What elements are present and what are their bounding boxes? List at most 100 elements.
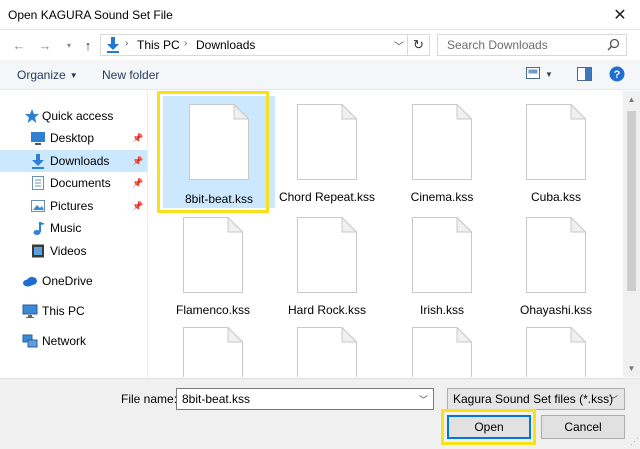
view-dropdown-icon[interactable]: ▼ [545,70,553,79]
sidebar-item-downloads[interactable]: Downloads 📌 [0,150,147,172]
videos-icon [32,244,44,258]
download-icon [32,154,44,169]
file-item[interactable]: Ohayashi.kss [500,209,612,321]
window-title: Open KAGURA Sound Set File [8,8,173,22]
sidebar-item-label: Desktop [50,131,95,145]
file-name: Flamenco.kss [175,303,251,317]
file-name-value: 8bit-beat.kss [182,392,251,406]
file-item[interactable]: Irish.kss [386,209,498,321]
vertical-scrollbar[interactable]: ▲ ▼ [623,91,640,377]
chevron-down-icon[interactable]: ﹀ [419,393,428,406]
file-item[interactable]: Cuba.kss [500,96,612,208]
sidebar-item-pictures[interactable]: Pictures 📌 [0,195,147,217]
file-name-field[interactable]: 8bit-beat.kss ﹀ [176,388,434,410]
download-location-icon [107,37,119,53]
file-item[interactable] [271,319,383,377]
file-name: Cinema.kss [410,190,474,204]
file-icon [183,327,243,377]
file-name: Irish.kss [419,303,464,317]
pin-icon: 📌 [132,200,144,211]
file-icon [526,327,586,377]
sidebar-item-label: Videos [50,244,87,258]
file-name-label: File name: [121,392,178,406]
network-icon [22,334,38,348]
file-icon [297,327,357,377]
file-icon [526,217,586,293]
file-name: Cuba.kss [530,190,582,204]
sidebar-item-label: OneDrive [42,274,93,288]
file-name: Ohayashi.kss [519,303,593,317]
sidebar-item-desktop[interactable]: Desktop 📌 [0,127,147,149]
forward-arrow-icon[interactable]: → [36,35,54,55]
resize-grip-icon[interactable]: ⋰ [630,436,639,447]
breadcrumb-separator-icon: › [125,38,129,49]
close-icon[interactable]: ✕ [600,0,640,30]
sidebar-item-onedrive[interactable]: OneDrive [0,270,147,292]
sidebar-item-label: Downloads [50,154,110,168]
breadcrumb-downloads[interactable]: Downloads [196,38,255,52]
file-type-value: Kagura Sound Set files (*.kss) [453,392,614,406]
recent-locations-icon[interactable]: ▾ [60,35,78,55]
pin-icon: 📌 [132,155,144,166]
search-icon [607,38,620,51]
file-name: Hard Rock.kss [287,303,367,317]
music-icon [33,222,45,235]
sidebar-item-this-pc[interactable]: This PC [0,300,147,322]
sidebar-item-videos[interactable]: Videos [0,240,147,262]
file-icon [412,104,472,180]
sidebar-item-quick-access[interactable]: Quick access [0,105,147,127]
selection-highlight [157,91,269,213]
file-item[interactable]: Hard Rock.kss [271,209,383,321]
preview-pane-icon[interactable] [577,67,592,81]
file-icon [297,217,357,293]
sidebar-item-documents[interactable]: Documents 📌 [0,172,147,194]
file-item[interactable]: Flamenco.kss [157,209,269,321]
help-icon[interactable]: ? [609,66,625,82]
documents-icon [32,176,44,190]
file-item[interactable] [386,319,498,377]
address-dropdown-icon[interactable]: ﹀ [394,38,404,53]
sidebar-item-music[interactable]: Music [0,217,147,239]
file-icon [412,217,472,293]
file-icon [297,104,357,180]
file-list: 8bit-beat.kss Chord Repeat.kss Cinema.ks… [149,91,623,377]
up-arrow-icon[interactable]: ↑ [79,35,97,55]
file-name: Chord Repeat.kss [278,190,376,204]
search-box[interactable] [437,34,627,56]
dialog-footer: File name: 8bit-beat.kss ﹀ Kagura Sound … [0,378,640,449]
file-type-select[interactable]: Kagura Sound Set files (*.kss) ﹀ [447,388,625,410]
scroll-up-icon[interactable]: ▲ [623,91,640,108]
chevron-down-icon[interactable]: ﹀ [609,393,618,406]
command-bar: Organize ▼ New folder ▼ ? [0,60,640,90]
back-arrow-icon[interactable]: ← [10,35,28,55]
pin-icon: 📌 [132,132,144,143]
breadcrumb-separator-icon: › [184,38,188,49]
desktop-icon [31,132,45,145]
view-options-icon[interactable] [526,67,542,81]
address-bar[interactable]: › This PC › Downloads ﹀ ↻ [100,34,430,56]
title-bar: Open KAGURA Sound Set File ✕ [0,0,640,30]
search-input[interactable] [447,38,607,52]
file-item[interactable] [500,319,612,377]
organize-button[interactable]: Organize ▼ [17,68,78,82]
file-icon [183,217,243,293]
refresh-icon[interactable]: ↻ [407,35,429,55]
cloud-icon [23,277,37,287]
sidebar-item-network[interactable]: Network [0,330,147,352]
scroll-down-icon[interactable]: ▼ [623,360,640,377]
file-item[interactable] [157,319,269,377]
file-item[interactable]: Chord Repeat.kss [271,96,383,208]
cancel-button[interactable]: Cancel [541,415,625,439]
open-button-highlight [441,409,536,445]
file-icon [526,104,586,180]
computer-icon [22,304,38,318]
pin-icon: 📌 [132,177,144,188]
file-icon [412,327,472,377]
file-item[interactable]: Cinema.kss [386,96,498,208]
sidebar-item-label: Pictures [50,199,94,213]
address-row: ← → ▾ ↑ › This PC › Downloads ﹀ ↻ [0,31,640,59]
pictures-icon [31,200,45,212]
breadcrumb-this-pc[interactable]: This PC [137,38,180,52]
scrollbar-thumb[interactable] [627,111,636,291]
new-folder-button[interactable]: New folder [102,68,159,82]
